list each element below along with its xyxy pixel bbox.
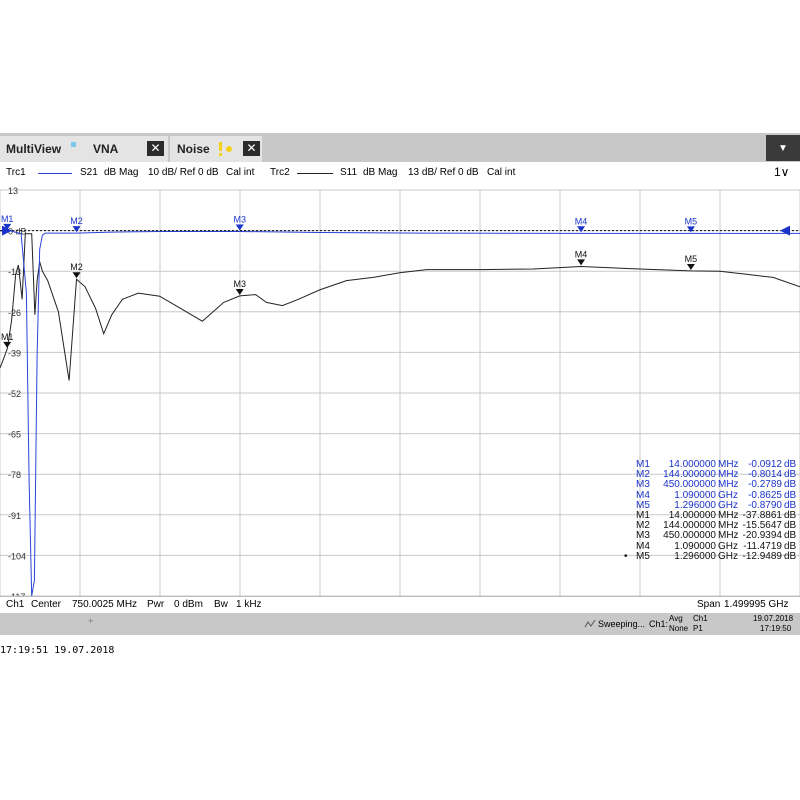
trc2-param[interactable]: S11 [340,167,357,178]
marker-label: M1 [1,214,14,224]
marker-label: M1 [1,332,14,342]
bandwidth-label: Bw [214,599,228,610]
tab-vna[interactable]: VNA ✕ [88,136,168,162]
y-tick-label: 13 [8,186,18,196]
tab-noise[interactable]: Noise ✕ [170,136,262,162]
marker-label: M4 [575,249,588,259]
marker-m5[interactable]: M5 [685,254,698,271]
trc2-scale[interactable]: 13 dB/ Ref 0 dB [408,167,479,178]
trc2-cal: Cal int [487,167,516,178]
status-date: 19.07.2018 [753,614,794,623]
y-tick-labels: 130 dB-13-26-39-52-65-78-91-104-117 [8,186,27,596]
span-value[interactable]: 1.499995 GHz [724,599,789,610]
y-tick-label: -91 [8,511,21,521]
plot-area: Trc1 S21 dB Mag 10 dB/ Ref 0 dB Cal int … [0,162,800,613]
warning-icon [219,142,232,156]
trc2-format[interactable]: dB Mag [363,167,397,178]
marker-label: M3 [233,214,246,224]
center-value[interactable]: 750.0025 MHz [72,599,137,610]
power-label: Pwr [147,599,165,610]
marker-layer: M1 M2 M3 M4 M5 M1 M2 M3 M4 M5 [1,214,697,348]
marker-m5[interactable]: M5 [685,216,698,233]
tab-noise-label: Noise [177,142,210,156]
center-label: Center [31,599,62,610]
multiview-indicator-icon [71,142,76,147]
marker-triangle-icon [235,288,244,295]
chevron-down-icon: ▼ [778,142,788,154]
trc1-legend-line [38,173,72,174]
marker-triangle-icon [72,226,81,233]
marker-label: M5 [685,254,698,264]
marker-triangle-icon [577,259,586,266]
trc1-cal: Cal int [226,167,255,178]
marker-m2[interactable]: M2 [70,262,83,279]
span-label: Span [697,599,721,610]
status-channel: Ch1: [649,619,669,629]
marker-triangle-icon [72,272,81,279]
y-tick-label: -104 [8,551,26,561]
channel-label[interactable]: Ch1 [6,599,24,610]
marker-label: M4 [575,216,588,226]
y-tick-label: -78 [8,470,21,480]
marker-label: M2 [70,216,83,226]
marker-label: M2 [70,262,83,272]
power-value[interactable]: 0 dBm [174,599,203,610]
y-tick-label: 0 dB [8,227,27,237]
marker-row-s11-m5[interactable]: • M5 1.296000 GHz -12.9489 dB [620,550,796,563]
status-bar: + Sweeping... Ch1: Avg None Ch1 P1 19.07… [0,613,800,635]
status-p1: P1 [693,624,703,633]
marker-triangle-icon [686,226,695,233]
trace-header: Trc1 S21 dB Mag 10 dB/ Ref 0 dB Cal int … [0,162,800,184]
marker-m2[interactable]: M2 [70,216,83,233]
marker-triangle-icon [235,224,244,231]
trc1-name[interactable]: Trc1 [6,167,26,178]
y-tick-label: -39 [8,348,21,358]
marker-value: -12.9489 [742,550,782,562]
marker-m3[interactable]: M3 [233,214,246,231]
marker-triangle-icon [686,264,695,271]
status-ch1: Ch1 [693,614,708,623]
tab-multiview-label: MultiView [6,142,62,156]
marker-value-unit: dB [784,550,797,562]
ref-right-arrow-icon [780,225,790,236]
marker-m1[interactable]: M1 [1,332,14,348]
trc1-param[interactable]: S21 [80,167,98,178]
marker-m4[interactable]: M4 [575,216,588,233]
window-select[interactable]: 1∨ [774,165,789,179]
tab-vna-label: VNA [93,142,119,156]
footer-timestamp: 17:19:51 19.07.2018 [0,645,115,656]
status-small-glyph: + [88,616,94,626]
bandwidth-value[interactable]: 1 kHz [236,599,262,610]
y-tick-label: -26 [8,308,21,318]
sweep-icon [584,619,596,628]
marker-label: M3 [233,279,246,289]
trc2-legend-line [297,173,333,174]
marker-freq-unit: GHz [718,550,738,562]
avg-label: Avg [669,614,683,623]
marker-freq: 1.296000 [674,550,716,562]
tab-bar: MultiView VNA ✕ Noise ✕ [0,133,800,162]
vna-close-icon[interactable]: ✕ [147,141,164,156]
marker-triangle-icon [3,341,12,348]
window-menu-button[interactable]: ▼ [766,135,800,161]
marker-m4[interactable]: M4 [575,249,588,266]
marker-m3[interactable]: M3 [233,279,246,295]
trc1-format[interactable]: dB Mag [104,167,138,178]
noise-close-icon[interactable]: ✕ [243,141,260,156]
marker-id: M5 [636,550,650,562]
sweeping-status: Sweeping... [598,619,646,629]
marker-triangle-icon [577,226,586,233]
trc2-name[interactable]: Trc2 [270,167,290,178]
active-marker-bullet: • [624,550,628,562]
status-time: 17:19:50 [760,624,792,633]
trc1-scale[interactable]: 10 dB/ Ref 0 dB [148,167,219,178]
marker-label: M5 [685,216,698,226]
y-tick-label: -52 [8,389,21,399]
avg-value: None [669,624,689,633]
y-tick-label: -65 [8,430,21,440]
tab-multiview[interactable]: MultiView [0,136,88,162]
channel-bar: Ch1 Center 750.0025 MHz Pwr 0 dBm Bw 1 k… [0,596,800,614]
